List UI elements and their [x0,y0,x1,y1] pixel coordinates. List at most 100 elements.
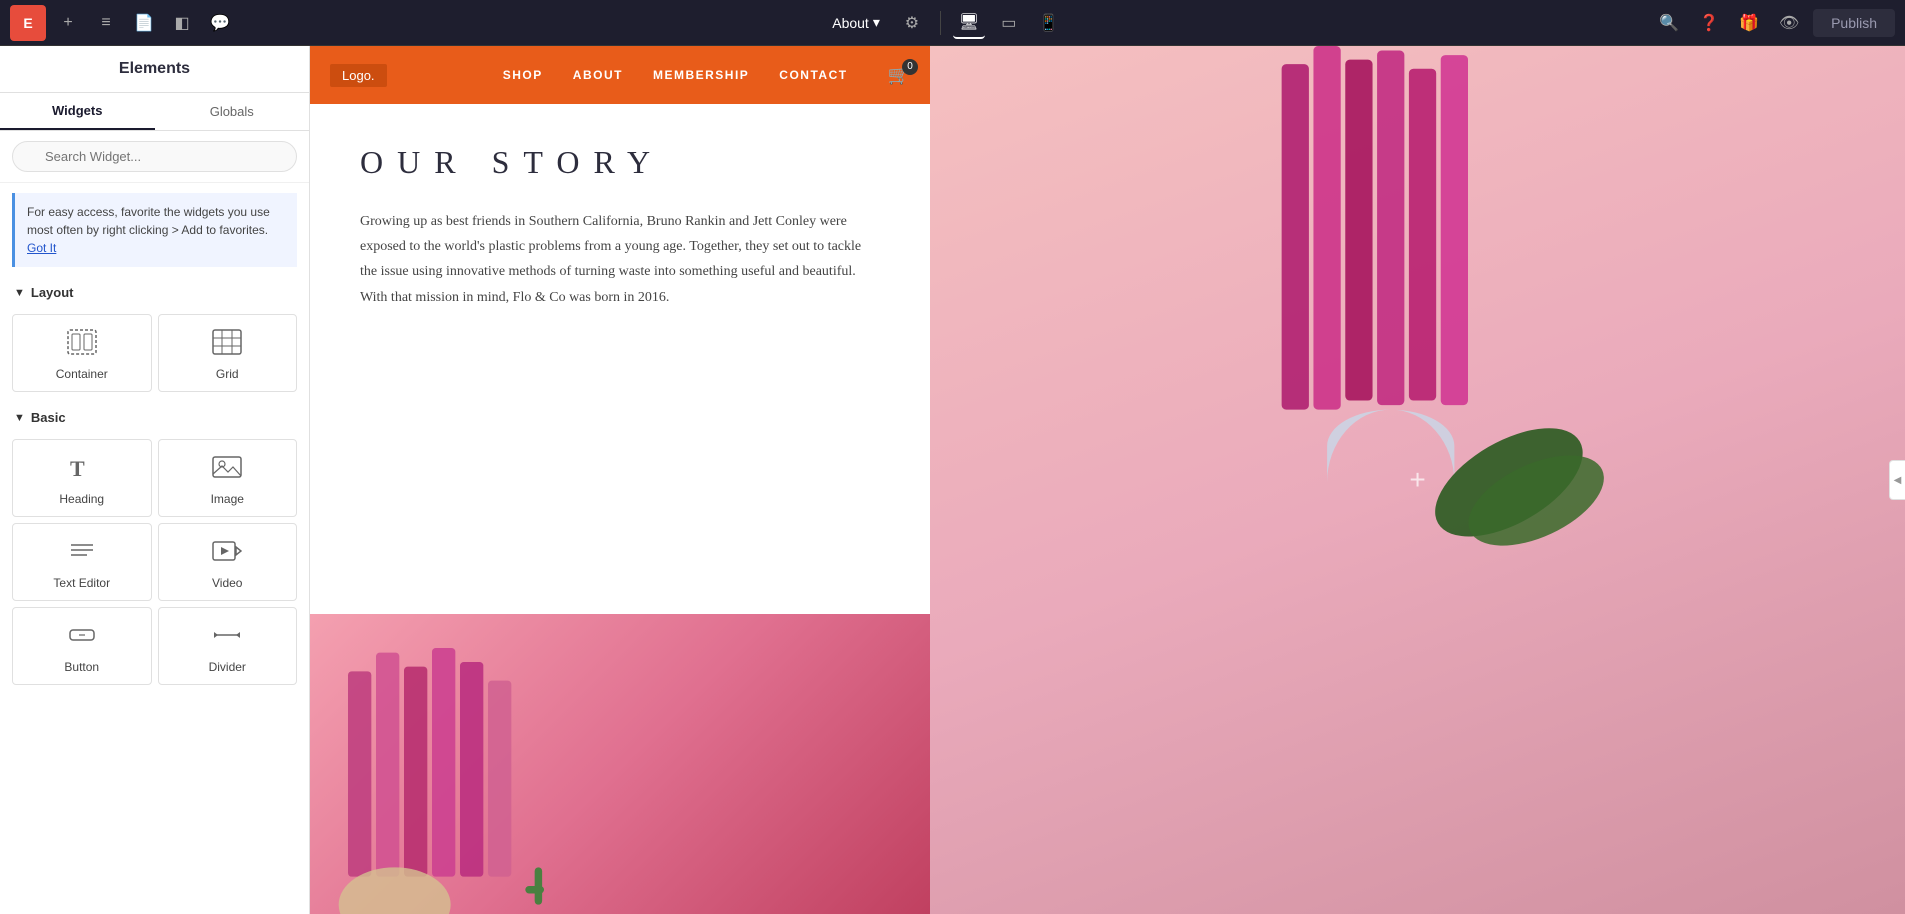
tab-widgets[interactable]: Widgets [0,93,155,130]
tab-globals[interactable]: Globals [155,93,310,130]
comments-icon: 💬 [210,13,230,33]
widget-container[interactable]: Container [12,314,152,392]
tip-text: For easy access, favorite the widgets yo… [27,205,270,237]
text-editor-label: Text Editor [53,576,110,590]
page-preview: Logo. SHOP ABOUT MEMBERSHIP CONTACT 🛒 0 [310,46,1905,914]
site-nav: Logo. SHOP ABOUT MEMBERSHIP CONTACT 🛒 0 [310,46,930,104]
chevron-down-icon: ▾ [873,14,880,31]
cart-badge: 0 [902,59,918,75]
add-element-button[interactable]: + [52,7,84,39]
layers-icon: ◧ [174,13,189,33]
publish-button[interactable]: Publish [1813,9,1895,37]
tablet-icon: ▭ [1001,13,1016,33]
nav-link-shop[interactable]: SHOP [503,68,543,82]
story-body: Growing up as best friends in Southern C… [360,209,880,310]
nav-link-about[interactable]: ABOUT [573,68,623,82]
widget-grid[interactable]: Grid [158,314,298,392]
desktop-view-button[interactable]: 🖥 [953,7,985,39]
story-image-left [310,614,930,914]
image-icon [212,454,242,486]
text-editor-icon [67,538,97,570]
help-button[interactable]: ❓ [1693,7,1725,39]
chevron-basic-icon: ▼ [14,412,25,424]
mobile-view-button[interactable]: 📱 [1033,7,1065,39]
search-box: 🔍 [0,131,309,183]
top-toolbar: E + ≡ 📄 ◧ 💬 About ▾ ⚙ 🖥 ▭ 📱 [0,0,1905,46]
toolbar-separator [940,11,941,35]
search-button[interactable]: 🔍 [1653,7,1685,39]
settings-panel-button[interactable]: ≡ [90,7,122,39]
section-basic[interactable]: ▼ Basic [0,402,309,433]
collapse-handle[interactable]: ◀ [1889,460,1905,500]
widget-text-editor[interactable]: Text Editor [12,523,152,601]
button-icon [67,622,97,654]
toolbar-right: 🔍 ❓ 🎁 👁 Publish [1653,7,1895,39]
button-label: Button [64,660,99,674]
widget-divider[interactable]: Divider [158,607,298,685]
chevron-layout-icon: ▼ [14,287,25,299]
widget-button[interactable]: Button [12,607,152,685]
layout-widget-grid: Container Grid [0,308,309,402]
layers-button[interactable]: ◧ [166,7,198,39]
logo-element[interactable]: Logo. [330,64,387,87]
add-element-canvas-button[interactable]: + [1409,464,1425,496]
page-right: + [930,46,1905,914]
story-title: OUR STORY [360,144,880,181]
eye-icon: 👁 [1779,13,1799,33]
gift-icon: 🎁 [1739,13,1759,33]
divider-icon [212,622,242,654]
search-icon: 🔍 [1659,13,1679,33]
plus-icon: + [63,14,72,32]
sidebar: Elements Widgets Globals 🔍 For easy acce… [0,46,310,914]
sliders-icon: ≡ [101,14,110,32]
preview-button[interactable]: 👁 [1773,7,1805,39]
sidebar-content: ▼ Layout Container Grid [0,277,309,914]
right-pink-area: + [930,46,1905,914]
widget-heading[interactable]: T Heading [12,439,152,517]
pages-button[interactable]: 📄 [128,7,160,39]
tip-box: For easy access, favorite the widgets yo… [12,193,297,267]
page-name-label: About [832,15,869,31]
nav-links: SHOP ABOUT MEMBERSHIP CONTACT 🛒 0 [387,65,910,86]
search-input[interactable] [12,141,297,172]
container-icon [67,329,97,361]
sidebar-title: Elements [0,46,309,93]
nav-link-contact[interactable]: CONTACT [779,68,847,82]
got-it-link[interactable]: Got It [27,241,56,255]
comments-button[interactable]: 💬 [204,7,236,39]
page-settings-button[interactable]: ⚙ [896,7,928,39]
gear-icon: ⚙ [905,13,919,33]
story-images [310,614,930,914]
page-selector-button[interactable]: About ▾ [824,10,888,35]
canvas-area: Logo. SHOP ABOUT MEMBERSHIP CONTACT 🛒 0 [310,46,1905,914]
svg-text:T: T [70,456,85,480]
video-label: Video [212,576,242,590]
cart-button[interactable]: 🛒 0 [888,65,910,86]
divider-label: Divider [209,660,246,674]
heading-label: Heading [59,492,104,506]
sidebar-tabs: Widgets Globals [0,93,309,131]
widget-video[interactable]: Video [158,523,298,601]
story-section: OUR STORY Growing up as best friends in … [310,104,930,614]
search-wrap: 🔍 [12,141,297,172]
basic-widget-grid: T Heading Image Text Editor [0,433,309,695]
section-basic-label: Basic [31,410,66,425]
grid-label: Grid [216,367,239,381]
toolbar-center: About ▾ ⚙ 🖥 ▭ 📱 [824,7,1065,39]
video-icon [212,538,242,570]
container-label: Container [56,367,108,381]
collapse-icon: ◀ [1894,475,1902,486]
promotions-button[interactable]: 🎁 [1733,7,1765,39]
desktop-icon: 🖥 [959,12,979,32]
main-layout: Elements Widgets Globals 🔍 For easy acce… [0,46,1905,914]
nav-link-membership[interactable]: MEMBERSHIP [653,68,749,82]
page-main: Logo. SHOP ABOUT MEMBERSHIP CONTACT 🛒 0 [310,46,930,914]
section-layout[interactable]: ▼ Layout [0,277,309,308]
image-label: Image [211,492,244,506]
widget-image[interactable]: Image [158,439,298,517]
tablet-view-button[interactable]: ▭ [993,7,1025,39]
section-layout-label: Layout [31,285,74,300]
mobile-icon: 📱 [1039,13,1059,33]
help-icon: ❓ [1699,13,1719,33]
grid-icon [212,329,242,361]
